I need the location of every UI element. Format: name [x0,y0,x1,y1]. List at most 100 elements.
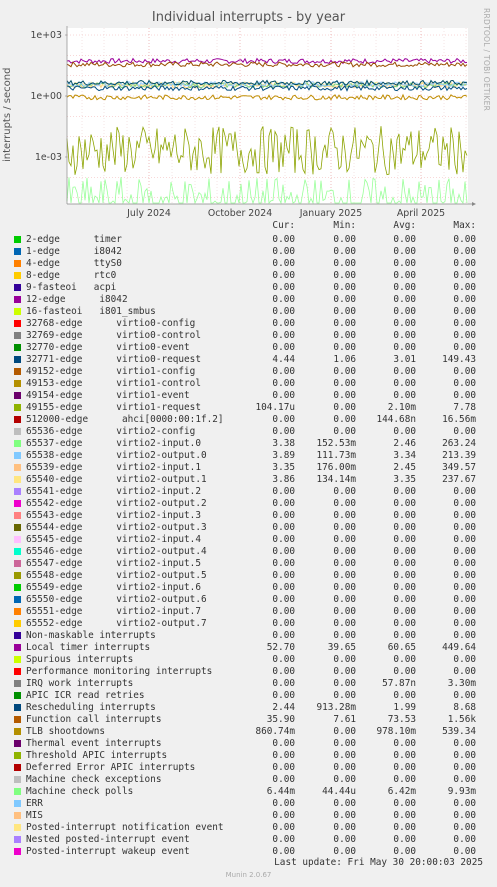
legend-row: 49154-edge virtio1-event 0.00 0.00 0.00 0.00 [0,390,497,402]
legend-swatch [14,464,21,471]
munin-version: Munin 2.0.67 [225,871,272,879]
legend-cur: 104.17u [255,402,295,413]
legend-max: 449.64 [442,642,476,653]
legend-max: 149.43 [442,354,476,365]
legend-row: 65542-edge virtio2-output.2 0.00 0.00 0.00 0… [0,498,497,510]
legend-row: 32768-edge virtio0-config 0.00 0.00 0.00 0.0… [0,318,497,330]
legend-label: 9-fasteoi acpi [26,282,117,293]
legend-max: 0.00 [453,546,476,557]
legend-swatch [14,848,21,855]
legend-row: Deferred Error APIC interrupts 0.00 0.00 0.… [0,762,497,774]
legend-row: ERR 0.00 0.00 0.00 0.00 [0,798,497,810]
legend-swatch [14,416,21,423]
legend-cur: 0.00 [272,378,295,389]
legend-cur: 3.35 [272,462,295,473]
legend-row: 65546-edge virtio2-output.4 0.00 0.00 0.00 0… [0,546,497,558]
legend-cur: 0.00 [272,690,295,701]
legend-cur: 0.00 [272,306,295,317]
legend-cur: 0.00 [272,414,295,425]
legend-max: 0.00 [453,834,476,845]
x-axis-arrow [472,202,476,206]
legend-label: 65552-edge virtio2-output.7 [26,618,207,629]
x-tick-label: April 2025 [397,208,445,219]
legend-cur: 0.00 [272,570,295,581]
legend-row: 65547-edge virtio2-input.5 0.00 0.00 0.00 0.… [0,558,497,570]
legend-max: 0.00 [453,366,476,377]
y-tick-label: 1e-03 [35,152,62,163]
legend-label: 65537-edge virtio2-input.0 [26,438,201,449]
legend-cur: 0.00 [272,834,295,845]
legend-label: 65536-edge virtio2-config [26,426,196,437]
legend-cur: 0.00 [272,270,295,281]
legend-swatch [14,440,21,447]
legend-swatch [14,296,21,303]
legend-label: 65540-edge virtio2-output.1 [26,474,207,485]
legend-label: Function call interrupts [26,714,162,725]
legend-cur: 0.00 [272,522,295,533]
legend-max: 0.00 [453,318,476,329]
legend-max: 0.00 [453,258,476,269]
legend-max: 0.00 [453,630,476,641]
legend-cur: 0.00 [272,546,295,557]
legend-label: APIC ICR read retries [26,690,145,701]
legend-swatch [14,428,21,435]
legend-cur: 0.00 [272,330,295,341]
legend-cur: 860.74m [255,726,295,737]
legend-row: 65537-edge virtio2-input.0 3.38 152.53m 2.4… [0,438,497,450]
legend-row: 512000-edge ahci[0000:00:1f.2] 0.00 0.00 14… [0,414,497,426]
legend-max: 3.30m [447,678,476,689]
legend-max: 0.00 [453,534,476,545]
legend-max: 0.00 [453,510,476,521]
legend-swatch [14,320,21,327]
legend-max: 0.00 [453,618,476,629]
legend-max: 0.00 [453,522,476,533]
legend-cur: 0.00 [272,666,295,677]
legend-row: 65536-edge virtio2-config 0.00 0.00 0.00 0.0… [0,426,497,438]
legend-max: 0.00 [453,378,476,389]
legend-label: 65547-edge virtio2-input.5 [26,558,201,569]
legend-max: 0.00 [453,594,476,605]
legend-swatch [14,524,21,531]
legend-label: 32768-edge virtio0-config [26,318,196,329]
legend-row: Threshold APIC interrupts 0.00 0.00 0.00 0.0… [0,750,497,762]
legend-swatch [14,404,21,411]
legend-row: Spurious interrupts 0.00 0.00 0.00 0.00 [0,654,497,666]
legend-max: 1.56k [447,714,476,725]
legend-label: 65538-edge virtio2-output.0 [26,450,207,461]
legend-max: 0.00 [453,798,476,809]
legend-label: Local timer interrupts [26,642,151,653]
legend-label: 65549-edge virtio2-input.6 [26,582,201,593]
legend-max: 0.00 [453,270,476,281]
legend-row: 49155-edge virtio1-request 104.17u 0.00 2.1… [0,402,497,414]
legend-max: 0.00 [453,246,476,257]
legend-swatch [14,560,21,567]
legend-label: TLB shootdowns [26,726,106,737]
legend-row: 12-edge i8042 0.00 0.00 0.00 0.00 [0,294,497,306]
legend-max: 0.00 [453,330,476,341]
legend-swatch [14,572,21,579]
legend-row: MIS 0.00 0.00 0.00 0.00 [0,810,497,822]
legend-swatch [14,536,21,543]
legend-swatch [14,764,21,771]
legend-row: 65539-edge virtio2-input.1 3.35 176.00m 2.4… [0,462,497,474]
legend-swatch [14,716,21,723]
legend-cur: 0.00 [272,258,295,269]
legend-row: 65543-edge virtio2-input.3 0.00 0.00 0.00 0.… [0,510,497,522]
legend-swatch [14,284,21,291]
legend-swatch [14,272,21,279]
legend-max: 0.00 [453,654,476,665]
legend-swatch [14,620,21,627]
legend-label: 32771-edge virtio0-request [26,354,201,365]
legend-max: 0.00 [453,498,476,509]
chart-svg: July 2024 October 2024 January 2025 April 2… [30,26,476,219]
legend-swatch [14,668,21,675]
legend-label: Posted-interrupt wakeup event [26,846,190,857]
legend-label: Nested posted-interrupt event [26,834,190,845]
legend-label: 65545-edge virtio2-input.4 [26,534,201,545]
legend-cur: 0.00 [272,810,295,821]
legend-cur: 0.00 [272,366,295,377]
legend-swatch [14,824,21,831]
legend-swatch [14,260,21,267]
legend-swatch [14,236,21,243]
legend-row: Nested posted-interrupt event 0.00 0.00 0.0… [0,834,497,846]
